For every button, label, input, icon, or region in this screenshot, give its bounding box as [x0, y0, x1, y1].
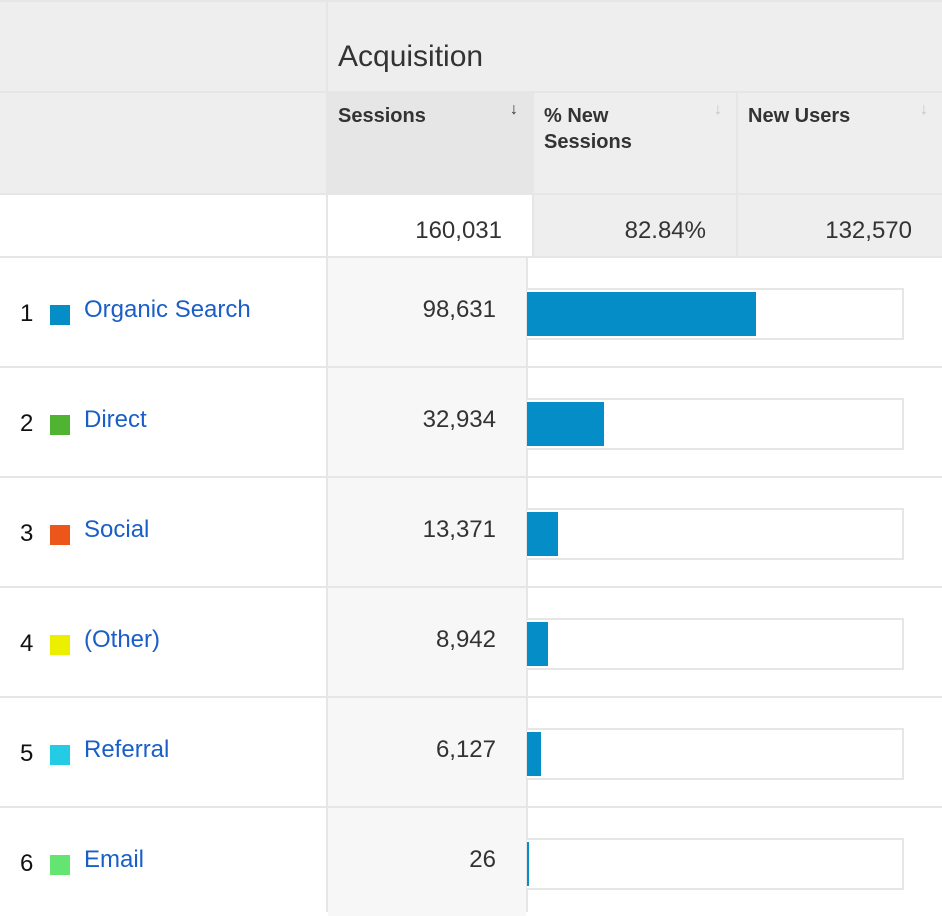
share-bar-track: [527, 508, 904, 560]
total-new-sessions-cell: 82.84%: [534, 195, 736, 256]
total-new-users-cell: 132,570: [738, 195, 942, 256]
channel-link[interactable]: (Other): [84, 626, 160, 654]
table-row: 2 Direct 32,934: [0, 368, 942, 476]
row-rank: 5: [20, 740, 34, 767]
channel-link[interactable]: Organic Search: [84, 296, 251, 324]
column-header-new-users[interactable]: New Users ↓: [738, 93, 942, 193]
sessions-cell: 13,371: [328, 478, 526, 586]
share-bar-fill: [527, 732, 541, 776]
channel-color-swatch: [50, 305, 70, 325]
column-label-new-users: New Users: [748, 105, 851, 127]
share-bar-track: [527, 288, 904, 340]
share-bar-track: [527, 838, 904, 890]
total-sessions-cell: 160,031: [328, 195, 532, 256]
channel-color-swatch: [50, 855, 70, 875]
row-rank: 3: [20, 520, 34, 547]
table-row: 6 Email 26: [0, 808, 942, 916]
acquisition-title: Acquisition: [338, 40, 484, 73]
total-new-users: 132,570: [825, 217, 912, 244]
row-rank: 6: [20, 850, 34, 877]
table-row: 1 Organic Search 98,631: [0, 258, 942, 366]
dimension-header: [0, 93, 326, 193]
total-new-sessions-pct: 82.84%: [624, 217, 706, 244]
column-header-sessions[interactable]: Sessions ↓: [328, 93, 532, 193]
arrow-down-icon[interactable]: ↓: [714, 101, 722, 119]
column-header-new-sessions[interactable]: % New Sessions ↓: [534, 93, 736, 193]
table-row: 5 Referral 6,127: [0, 698, 942, 806]
totals-label-cell: [0, 195, 326, 256]
share-bar-fill: [527, 402, 604, 446]
sessions-cell: 98,631: [328, 258, 526, 366]
total-sessions: 160,031: [415, 217, 502, 244]
divider: [0, 193, 942, 195]
share-bar-track: [527, 618, 904, 670]
arrow-down-icon[interactable]: ↓: [510, 101, 518, 119]
channel-color-swatch: [50, 745, 70, 765]
sessions-cell: 26: [328, 808, 526, 916]
channel-color-swatch: [50, 635, 70, 655]
channel-color-swatch: [50, 415, 70, 435]
divider: [0, 91, 942, 93]
channel-link[interactable]: Email: [84, 846, 144, 874]
row-rank: 2: [20, 410, 34, 437]
divider: [532, 91, 534, 256]
divider: [736, 91, 738, 256]
column-label-new-sessions: % New Sessions: [544, 105, 632, 153]
channel-link[interactable]: Direct: [84, 406, 147, 434]
row-rank: 1: [20, 300, 34, 327]
share-bar-fill: [527, 842, 529, 886]
sessions-cell: 8,942: [328, 588, 526, 696]
sessions-value: 13,371: [422, 516, 496, 543]
header-spacer: [0, 2, 326, 91]
sessions-value: 32,934: [422, 406, 496, 433]
share-bar-track: [527, 398, 904, 450]
sessions-value: 26: [469, 846, 496, 873]
table-row: 3 Social 13,371: [0, 478, 942, 586]
sessions-value: 98,631: [422, 296, 496, 323]
channel-link[interactable]: Social: [84, 516, 149, 544]
table-row: 4 (Other) 8,942: [0, 588, 942, 696]
share-bar-fill: [527, 512, 558, 556]
arrow-down-icon[interactable]: ↓: [920, 101, 928, 119]
sessions-value: 8,942: [435, 626, 496, 653]
channel-color-swatch: [50, 525, 70, 545]
divider: [0, 0, 942, 2]
sessions-cell: 32,934: [328, 368, 526, 476]
sessions-cell: 6,127: [328, 698, 526, 806]
channel-link[interactable]: Referral: [84, 736, 169, 764]
column-label-sessions: Sessions: [338, 105, 426, 127]
share-bar-track: [527, 728, 904, 780]
sessions-value: 6,127: [435, 736, 496, 763]
share-bar-fill: [527, 292, 756, 336]
row-rank: 4: [20, 630, 34, 657]
share-bar-fill: [527, 622, 548, 666]
